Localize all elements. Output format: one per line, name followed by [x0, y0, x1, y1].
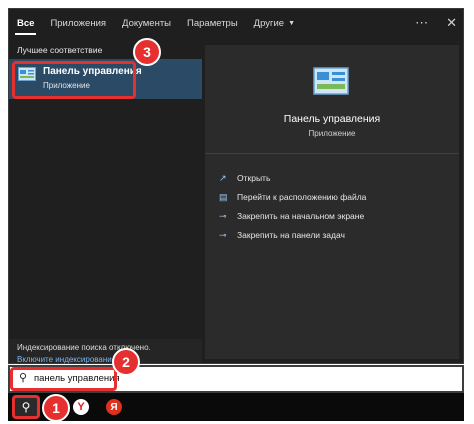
yandex-browser-letter: Y — [77, 401, 85, 413]
tab-all-label: Все — [17, 17, 35, 29]
preview-title: Панель управления — [283, 113, 381, 125]
step-badge-2-number: 2 — [122, 354, 130, 370]
search-highlight-frame — [10, 367, 117, 391]
yandex-browser-icon[interactable]: Y — [73, 399, 89, 415]
step-badge-1-number: 1 — [52, 400, 60, 416]
yandex-app-letter: Я — [110, 401, 118, 413]
best-match-heading: Лучшее соответствие — [17, 45, 103, 55]
tab-documents-label: Документы — [122, 17, 172, 29]
tab-more-label: Другие — [253, 17, 285, 29]
action-pin-taskbar[interactable]: ⊸ Закрепить на панели задач — [219, 228, 345, 242]
results-panel: Лучшее соответствие Панель управления Пр… — [9, 37, 202, 364]
preview-subtitle: Приложение — [308, 129, 356, 138]
yandex-app-icon[interactable]: Я — [106, 399, 122, 415]
step-badge-3: 3 — [133, 38, 161, 66]
window-controls: ⋯ ✕ — [415, 9, 457, 37]
more-options-icon[interactable]: ⋯ — [415, 15, 428, 31]
action-open-label: Открыть — [237, 173, 271, 183]
tab-apps[interactable]: Приложения — [42, 9, 114, 37]
close-icon[interactable]: ✕ — [446, 15, 457, 31]
tab-settings-label: Параметры — [187, 17, 238, 29]
search-tabs: Все Приложения Документы Параметры Други… — [9, 9, 463, 37]
tab-documents[interactable]: Документы — [114, 9, 179, 37]
step-badge-1: 1 — [42, 394, 70, 422]
tab-more[interactable]: Другие ▼ — [246, 9, 303, 37]
enable-indexing-link[interactable]: Включите индексирование. — [17, 355, 118, 364]
action-open-file-location[interactable]: ▤ Перейти к расположению файла — [219, 190, 366, 204]
preview-divider — [205, 153, 459, 154]
tab-settings[interactable]: Параметры — [179, 9, 246, 37]
pin-start-icon: ⊸ — [219, 210, 227, 221]
step-badge-2: 2 — [112, 348, 140, 376]
chevron-down-icon: ▼ — [288, 19, 296, 27]
file-location-icon: ▤ — [219, 191, 228, 202]
action-pin-start[interactable]: ⊸ Закрепить на начальном экране — [219, 209, 364, 223]
taskbar-search-button[interactable]: ⚲ — [12, 395, 40, 419]
action-pin-start-label: Закрепить на начальном экране — [237, 211, 365, 221]
taskbar: ⚲ Y Я — [8, 393, 464, 421]
action-pin-taskbar-label: Закрепить на панели задач — [237, 230, 345, 240]
pin-taskbar-icon: ⊸ — [219, 229, 227, 240]
action-file-location-label: Перейти к расположению файла — [237, 192, 367, 202]
control-panel-large-icon — [313, 67, 349, 95]
search-window: Все Приложения Документы Параметры Други… — [8, 8, 464, 364]
action-open[interactable]: ↗ Открыть — [219, 171, 270, 185]
indexing-notice: Индексирование поиска отключено. Включит… — [9, 339, 202, 364]
tab-apps-label: Приложения — [50, 17, 107, 29]
result-highlight-frame — [12, 61, 136, 99]
step-badge-3-number: 3 — [143, 44, 151, 60]
magnifier-icon: ⚲ — [21, 400, 31, 414]
tab-all[interactable]: Все — [9, 9, 42, 37]
open-icon: ↗ — [219, 172, 227, 183]
preview-panel: Панель управления Приложение ↗ Открыть ▤… — [205, 45, 459, 359]
